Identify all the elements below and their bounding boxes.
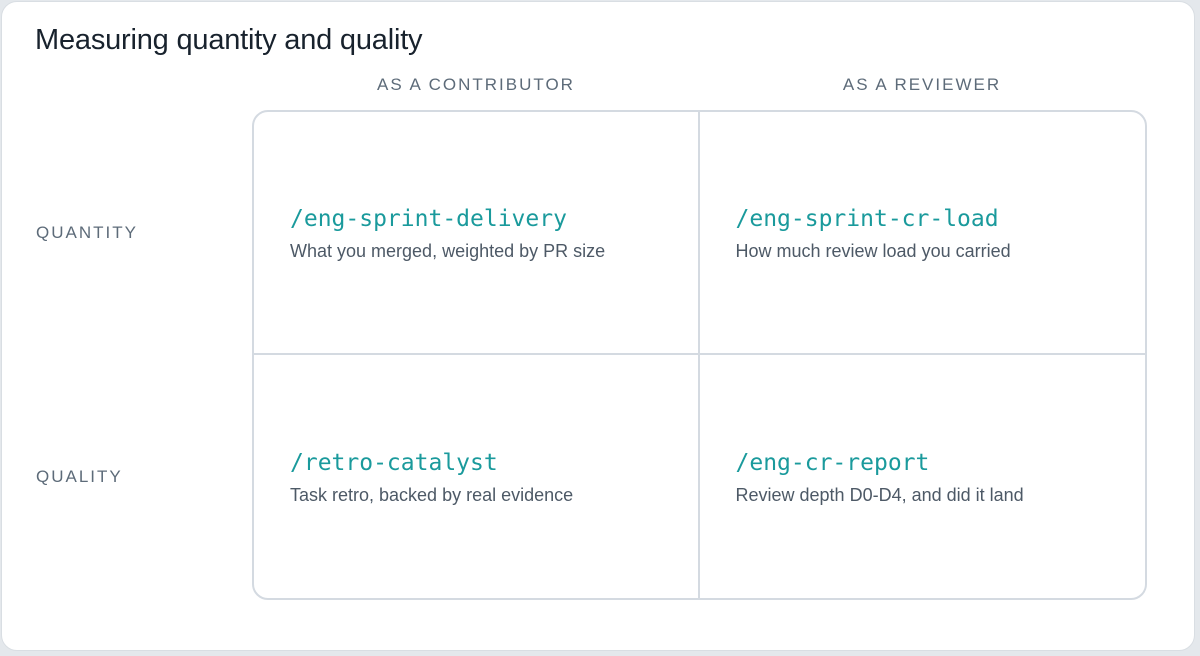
quadrant-quality-reviewer: /eng-cr-report Review depth D0-D4, and d… <box>700 355 1146 598</box>
command-name: /eng-sprint-cr-load <box>735 205 999 232</box>
row-header-quantity: Quantity <box>36 223 138 242</box>
diagram-title: Measuring quantity and quality <box>35 24 423 56</box>
command-description: Review depth D0-D4, and did it land <box>735 484 1024 505</box>
command-name: /eng-cr-report <box>735 449 930 476</box>
command-description: How much review load you carried <box>735 240 1011 261</box>
quadrant-quality-contributor: /retro-catalyst Task retro, backed by re… <box>254 355 700 598</box>
column-header-reviewer: As a reviewer <box>842 75 1002 94</box>
command-name: /eng-sprint-delivery <box>290 205 567 232</box>
quadrant-quantity-reviewer: /eng-sprint-cr-load How much review load… <box>699 112 1145 355</box>
column-header-contributor: As a contributor <box>377 75 575 94</box>
quadrant-quantity-contributor: /eng-sprint-delivery What you merged, we… <box>254 112 700 355</box>
command-description: What you merged, weighted by PR size <box>290 240 606 261</box>
diagram-card: Measuring quantity and quality As a cont… <box>1 1 1195 651</box>
quadrant-grid: /eng-sprint-delivery What you merged, we… <box>252 110 1147 600</box>
row-header-quality: Quality <box>36 467 123 486</box>
command-name: /retro-catalyst <box>290 449 498 476</box>
command-description: Task retro, backed by real evidence <box>290 484 574 505</box>
